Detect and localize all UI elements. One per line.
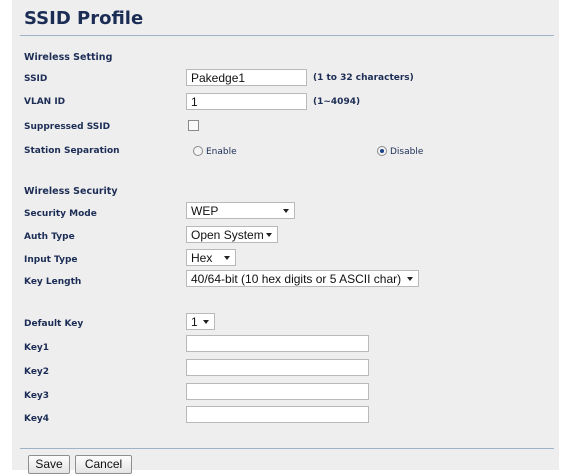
cancel-button[interactable]: Cancel: [75, 455, 132, 474]
chevron-down-icon: [224, 256, 230, 260]
vlan-id-label: VLAN ID: [24, 97, 66, 107]
suppressed-ssid-label: Suppressed SSID: [24, 122, 111, 132]
page-title: SSID Profile: [24, 8, 144, 29]
default-key-select[interactable]: 1: [186, 313, 215, 330]
ssid-hint: (1 to 32 characters): [313, 73, 414, 83]
station-separation-enable-radio[interactable]: [193, 146, 203, 156]
key-length-value: 40/64-bit (10 hex digits or 5 ASCII char…: [191, 272, 402, 286]
key1-label: Key1: [24, 343, 50, 353]
suppressed-ssid-checkbox[interactable]: [188, 120, 199, 131]
save-button[interactable]: Save: [28, 455, 70, 474]
auth-type-select[interactable]: Open System: [186, 226, 278, 243]
auth-type-label: Auth Type: [24, 232, 75, 242]
station-separation-disable-label: Disable: [390, 147, 424, 157]
key4-label: Key4: [24, 414, 50, 424]
security-mode-label: Security Mode: [24, 209, 97, 219]
security-mode-select[interactable]: WEP: [186, 202, 295, 219]
ssid-input[interactable]: Pakedge1: [186, 69, 307, 86]
default-key-value: 1: [191, 315, 198, 329]
input-type-label: Input Type: [24, 255, 78, 265]
key4-input[interactable]: [186, 406, 369, 423]
chevron-down-icon: [203, 320, 209, 324]
vlan-id-hint: (1~4094): [313, 97, 361, 107]
input-type-value: Hex: [191, 251, 213, 265]
security-mode-value: WEP: [191, 204, 219, 218]
key-length-select[interactable]: 40/64-bit (10 hex digits or 5 ASCII char…: [186, 270, 419, 287]
chevron-down-icon: [283, 209, 289, 213]
section-heading-wireless-setting: Wireless Setting: [24, 52, 113, 63]
station-separation-disable-radio[interactable]: [377, 146, 387, 156]
chevron-down-icon: [266, 233, 272, 237]
key3-input[interactable]: [186, 383, 369, 400]
key1-input[interactable]: [186, 335, 369, 352]
key2-input[interactable]: [186, 359, 369, 376]
station-separation-enable-label: Enable: [206, 147, 237, 157]
key3-label: Key3: [24, 391, 50, 401]
key2-label: Key2: [24, 367, 50, 377]
footer-divider: [20, 448, 554, 449]
station-separation-label: Station Separation: [24, 146, 120, 156]
section-heading-wireless-security: Wireless Security: [24, 186, 118, 197]
chevron-down-icon: [407, 277, 413, 281]
vlan-id-input[interactable]: 1: [186, 93, 307, 110]
title-divider: [20, 35, 554, 36]
key-length-label: Key Length: [24, 277, 82, 287]
auth-type-value: Open System: [191, 228, 264, 242]
input-type-select[interactable]: Hex: [186, 249, 236, 266]
ssid-label: SSID: [24, 74, 48, 84]
default-key-label: Default Key: [24, 319, 84, 329]
